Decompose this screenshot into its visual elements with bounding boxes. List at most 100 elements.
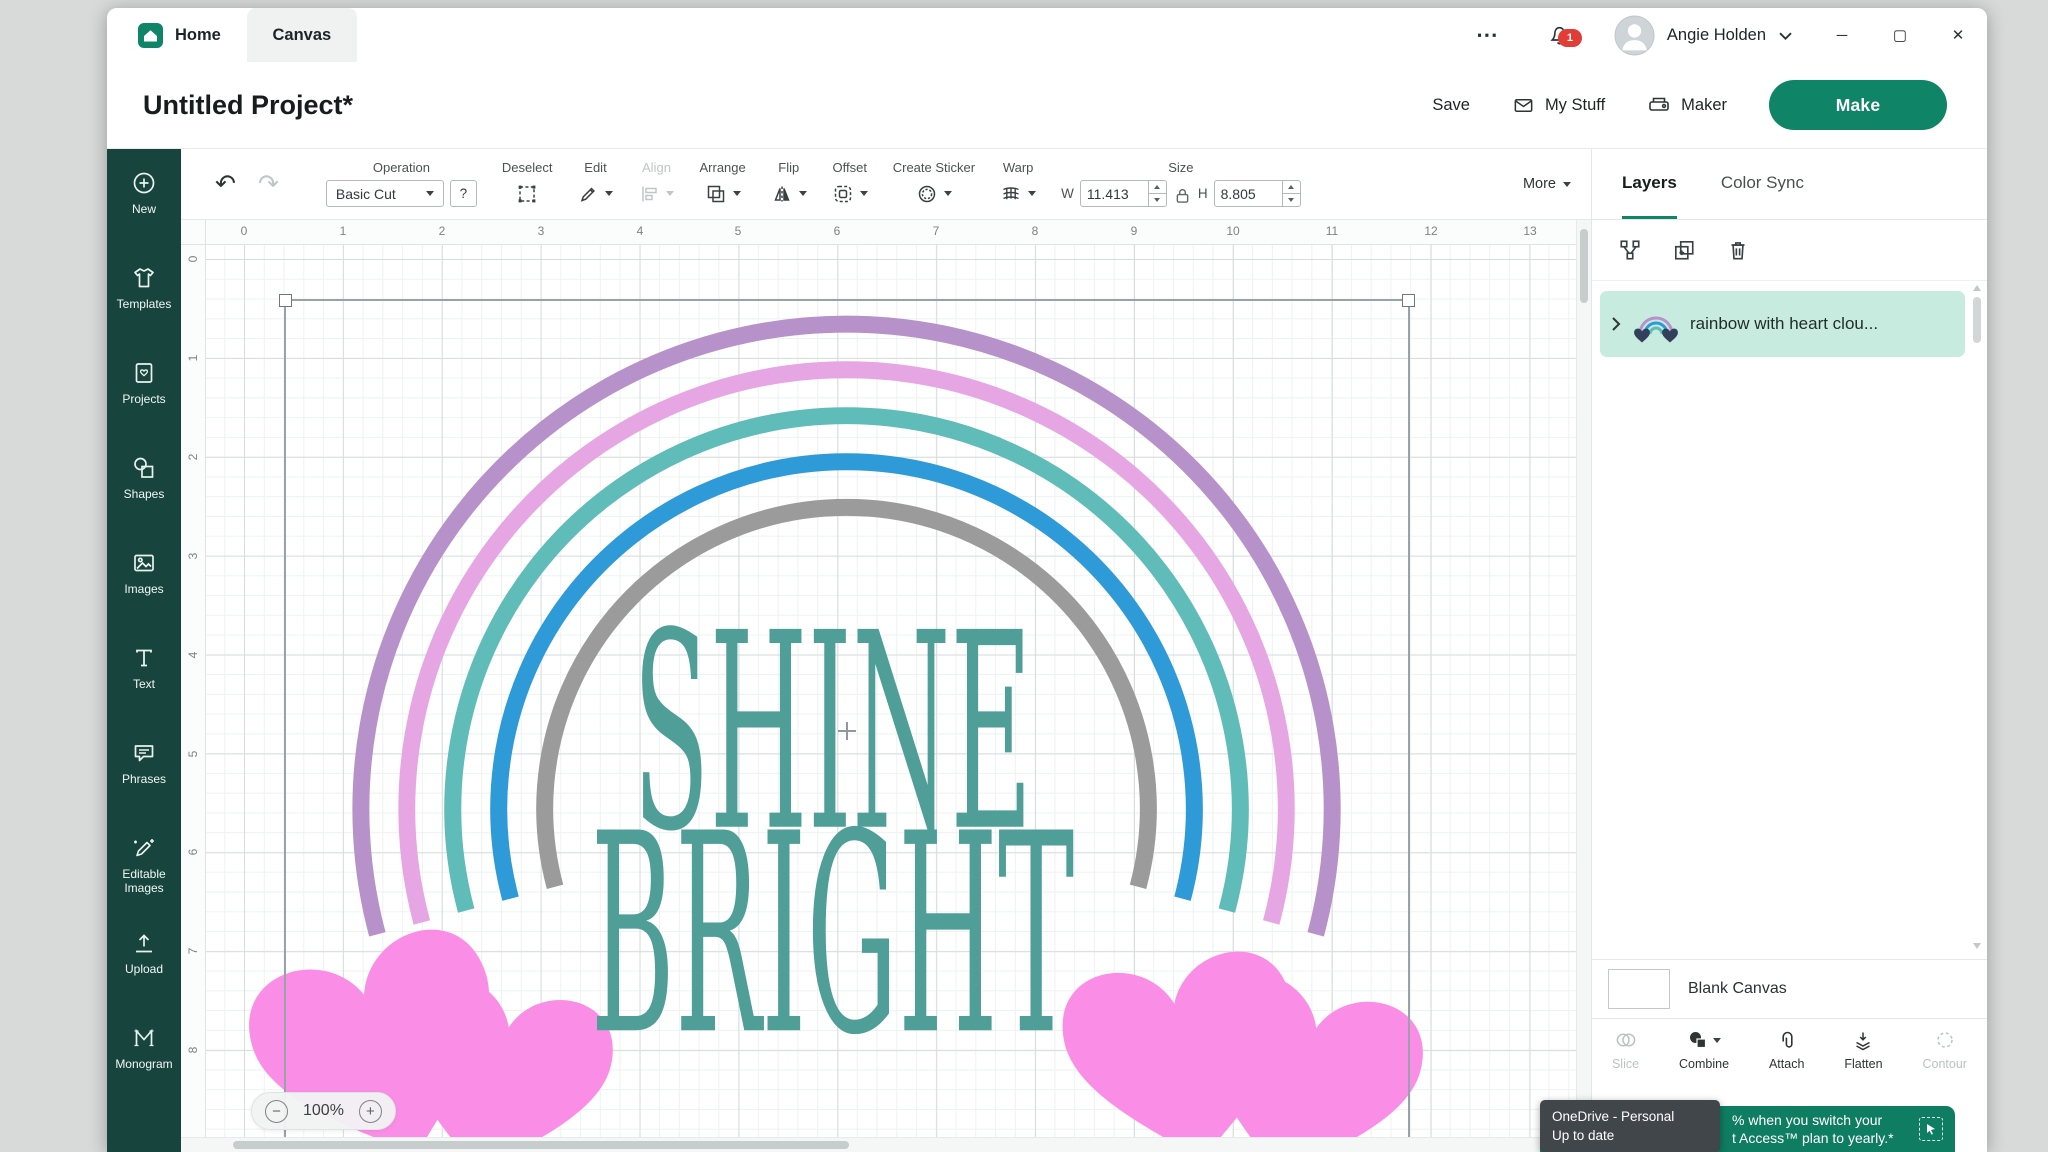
redo-icon: ↷ <box>258 169 279 199</box>
promo-text: % when you switch your t Access™ plan to… <box>1732 1111 1894 1148</box>
layers-scroll-thumb[interactable] <box>1973 297 1981 343</box>
horizontal-scroll-thumb[interactable] <box>233 1141 849 1149</box>
size-group: Size W 11.413 <box>1061 160 1301 208</box>
align-group: Align <box>638 160 674 208</box>
close-button[interactable]: ✕ <box>1929 8 1987 62</box>
sidebar-item-monogram[interactable]: Monogram <box>107 1012 181 1107</box>
edit-group: Edit <box>577 160 613 208</box>
trash-icon[interactable] <box>1726 238 1750 262</box>
lock-icon[interactable] <box>1175 187 1190 204</box>
attach-icon <box>1776 1029 1798 1051</box>
height-input[interactable]: 8.805 <box>1214 180 1301 207</box>
overflow-menu-icon[interactable]: ⋯ <box>1450 22 1525 48</box>
deselect-button[interactable] <box>516 179 538 208</box>
layer-name: rainbow with heart clou... <box>1690 314 1878 334</box>
flip-group: Flip <box>771 160 807 208</box>
editable-images-icon <box>131 835 157 861</box>
contour-icon <box>1934 1029 1956 1051</box>
tab-layers[interactable]: Layers <box>1622 149 1677 219</box>
minimize-button[interactable]: ─ <box>1813 8 1871 62</box>
canvas-horizontal-scrollbar[interactable] <box>181 1137 1577 1152</box>
create-sticker-button[interactable] <box>916 179 952 208</box>
chevron-down-icon <box>1713 1038 1721 1043</box>
sidebar-item-shapes[interactable]: Shapes <box>107 442 181 537</box>
zoom-level: 100% <box>303 1102 344 1120</box>
duplicate-icon[interactable] <box>1672 238 1696 262</box>
attach-button[interactable]: Attach <box>1769 1028 1804 1071</box>
sidebar-item-projects[interactable]: Projects <box>107 347 181 442</box>
zoom-in-button[interactable]: + <box>359 1100 382 1123</box>
zoom-control: − 100% + <box>251 1092 396 1130</box>
vertical-scroll-thumb[interactable] <box>1580 229 1588 303</box>
make-button[interactable]: Make <box>1769 80 1947 130</box>
combine-button[interactable]: Combine <box>1679 1028 1729 1071</box>
machine-select-button[interactable]: Maker <box>1647 93 1727 117</box>
edit-toolbar: ↶ ↷ Operation Basic Cut ? Deselect <box>181 149 1591 220</box>
tab-canvas[interactable]: Canvas <box>247 8 357 62</box>
sidebar-item-new[interactable]: New <box>107 157 181 252</box>
selection-bounding-box[interactable] <box>284 299 1410 1152</box>
sidebar-item-phrases[interactable]: Phrases <box>107 727 181 822</box>
more-button[interactable]: More <box>1523 176 1571 192</box>
new-icon <box>131 170 157 196</box>
chevron-down-icon <box>666 191 674 196</box>
tab-home[interactable]: Home <box>107 8 247 62</box>
layers-scrollbar[interactable] <box>1972 285 1982 949</box>
canvas-vertical-scrollbar[interactable] <box>1576 220 1591 1138</box>
canvas-workspace[interactable]: SHINE BRIGHT 0 1 2 3 4 5 6 7 8 9 10 11 1… <box>181 220 1591 1152</box>
onedrive-toast: OneDrive - Personal Up to date <box>1540 1100 1720 1152</box>
chevron-right-icon[interactable] <box>1610 315 1622 333</box>
height-stepper[interactable] <box>1282 181 1300 206</box>
layer-row-selected[interactable]: rainbow with heart clou... <box>1600 291 1965 357</box>
notification-badge: 1 <box>1558 29 1582 47</box>
step-up-icon <box>1288 185 1294 189</box>
help-button[interactable]: ? <box>450 180 477 207</box>
tab-color-sync[interactable]: Color Sync <box>1721 149 1804 219</box>
ruler-horizontal: 0 1 2 3 4 5 6 7 8 9 10 11 12 13 <box>181 220 1591 245</box>
shapes-icon <box>131 455 157 481</box>
scroll-down-icon[interactable] <box>1973 943 1981 949</box>
images-icon <box>131 550 157 576</box>
sidebar-item-text[interactable]: Text <box>107 632 181 727</box>
arrange-icon <box>705 183 727 205</box>
selection-handle-top-right[interactable] <box>1402 294 1415 307</box>
save-button[interactable]: Save <box>1432 96 1470 115</box>
flatten-button[interactable]: Flatten <box>1844 1028 1882 1071</box>
maximize-button[interactable]: ▢ <box>1871 8 1929 62</box>
zoom-out-button[interactable]: − <box>265 1100 288 1123</box>
blank-canvas-row: Blank Canvas <box>1592 959 1987 1018</box>
slice-button: Slice <box>1612 1028 1639 1071</box>
phrases-icon <box>131 740 157 766</box>
window-controls: ─ ▢ ✕ <box>1813 8 1987 62</box>
canvas-color-swatch[interactable] <box>1608 969 1670 1009</box>
onedrive-line2: Up to date <box>1552 1127 1708 1146</box>
arrange-button[interactable] <box>705 179 741 208</box>
onedrive-line1: OneDrive - Personal <box>1552 1108 1708 1127</box>
scroll-up-icon[interactable] <box>1973 285 1981 291</box>
notifications-button[interactable]: 1 <box>1525 23 1594 48</box>
operation-select[interactable]: Basic Cut <box>326 180 444 207</box>
warp-group: Warp <box>1000 160 1036 208</box>
warp-button[interactable] <box>1000 179 1036 208</box>
offset-button[interactable] <box>832 179 868 208</box>
my-stuff-button[interactable]: My Stuff <box>1512 94 1605 117</box>
chevron-down-icon <box>860 191 868 196</box>
sidebar-item-upload[interactable]: Upload <box>107 917 181 1012</box>
selection-handle-top-left[interactable] <box>279 294 292 307</box>
sidebar-item-images[interactable]: Images <box>107 537 181 632</box>
account-menu[interactable]: Angie Holden <box>1594 15 1813 56</box>
undo-icon[interactable]: ↶ <box>215 169 236 199</box>
layers-panel: Layers Color Sync <box>1591 149 1987 1152</box>
sidebar-item-editable-images[interactable]: Editable Images <box>107 822 181 917</box>
combine-icon <box>1687 1029 1709 1051</box>
align-icon <box>638 183 660 205</box>
flip-button[interactable] <box>771 179 807 208</box>
sidebar-item-templates[interactable]: Templates <box>107 252 181 347</box>
tshirt-icon <box>131 265 157 291</box>
home-icon <box>137 22 164 49</box>
width-stepper[interactable] <box>1148 181 1166 206</box>
operation-group: Operation Basic Cut ? <box>326 160 477 208</box>
group-icon[interactable] <box>1618 238 1642 262</box>
width-input[interactable]: 11.413 <box>1080 180 1167 207</box>
edit-button[interactable] <box>577 179 613 208</box>
